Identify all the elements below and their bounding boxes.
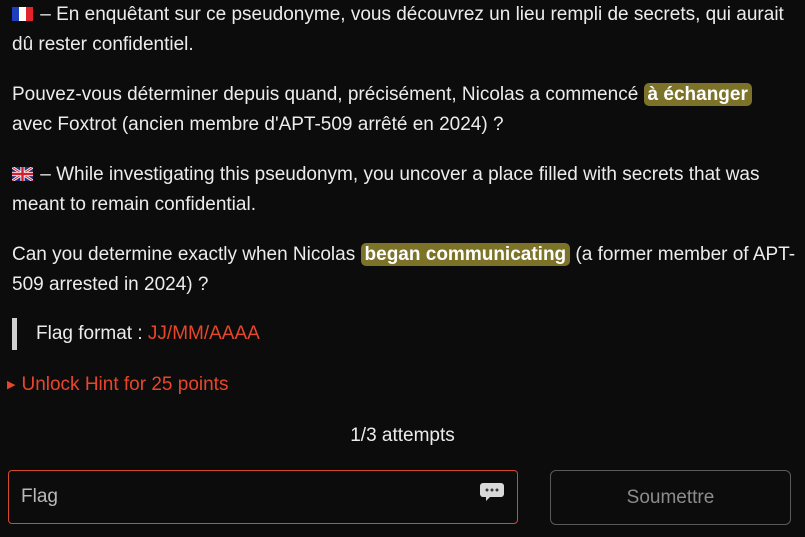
flag-format-value: JJ/MM/AAAA (147, 323, 260, 344)
en-question-paragraph: Can you determine exactly when Nicolas b… (12, 240, 797, 300)
password-manager-icon[interactable] (479, 482, 505, 502)
french-flag-icon (12, 7, 33, 21)
fr-intro-paragraph: – En enquêtant sur ce pseudonyme, vous d… (12, 0, 797, 60)
flag-input-container (8, 470, 518, 524)
en-question-highlight: began communicating (360, 243, 571, 266)
uk-flag-icon (12, 167, 33, 181)
disclosure-triangle-icon: ▶ (7, 379, 16, 391)
attempts-counter: 1/3 attempts (350, 425, 455, 446)
en-question-before: Can you determine exactly when Nicolas (12, 244, 361, 265)
flag-format-label: Flag format : (36, 323, 148, 344)
unlock-hint-toggle[interactable]: ▶ Unlock Hint for 25 points (7, 370, 228, 400)
fr-question-after: avec Foxtrot (ancien membre d'APT-509 ar… (12, 114, 504, 135)
unlock-hint-label: Unlock Hint for 25 points (21, 374, 229, 395)
fr-question-highlight: à échanger (643, 83, 752, 106)
flag-format-blockquote: Flag format : JJ/MM/AAAA (12, 318, 260, 350)
submit-button[interactable]: Soumettre (550, 470, 791, 525)
fr-question-before: Pouvez-vous déterminer depuis quand, pré… (12, 84, 644, 105)
en-intro-text: – While investigating this pseudonym, yo… (12, 164, 760, 215)
fr-intro-text: – En enquêtant sur ce pseudonyme, vous d… (12, 4, 784, 55)
en-intro-paragraph: – While investigating this pseudonym, yo… (12, 160, 797, 220)
flag-input[interactable] (9, 471, 517, 523)
fr-question-paragraph: Pouvez-vous déterminer depuis quand, pré… (12, 80, 797, 140)
